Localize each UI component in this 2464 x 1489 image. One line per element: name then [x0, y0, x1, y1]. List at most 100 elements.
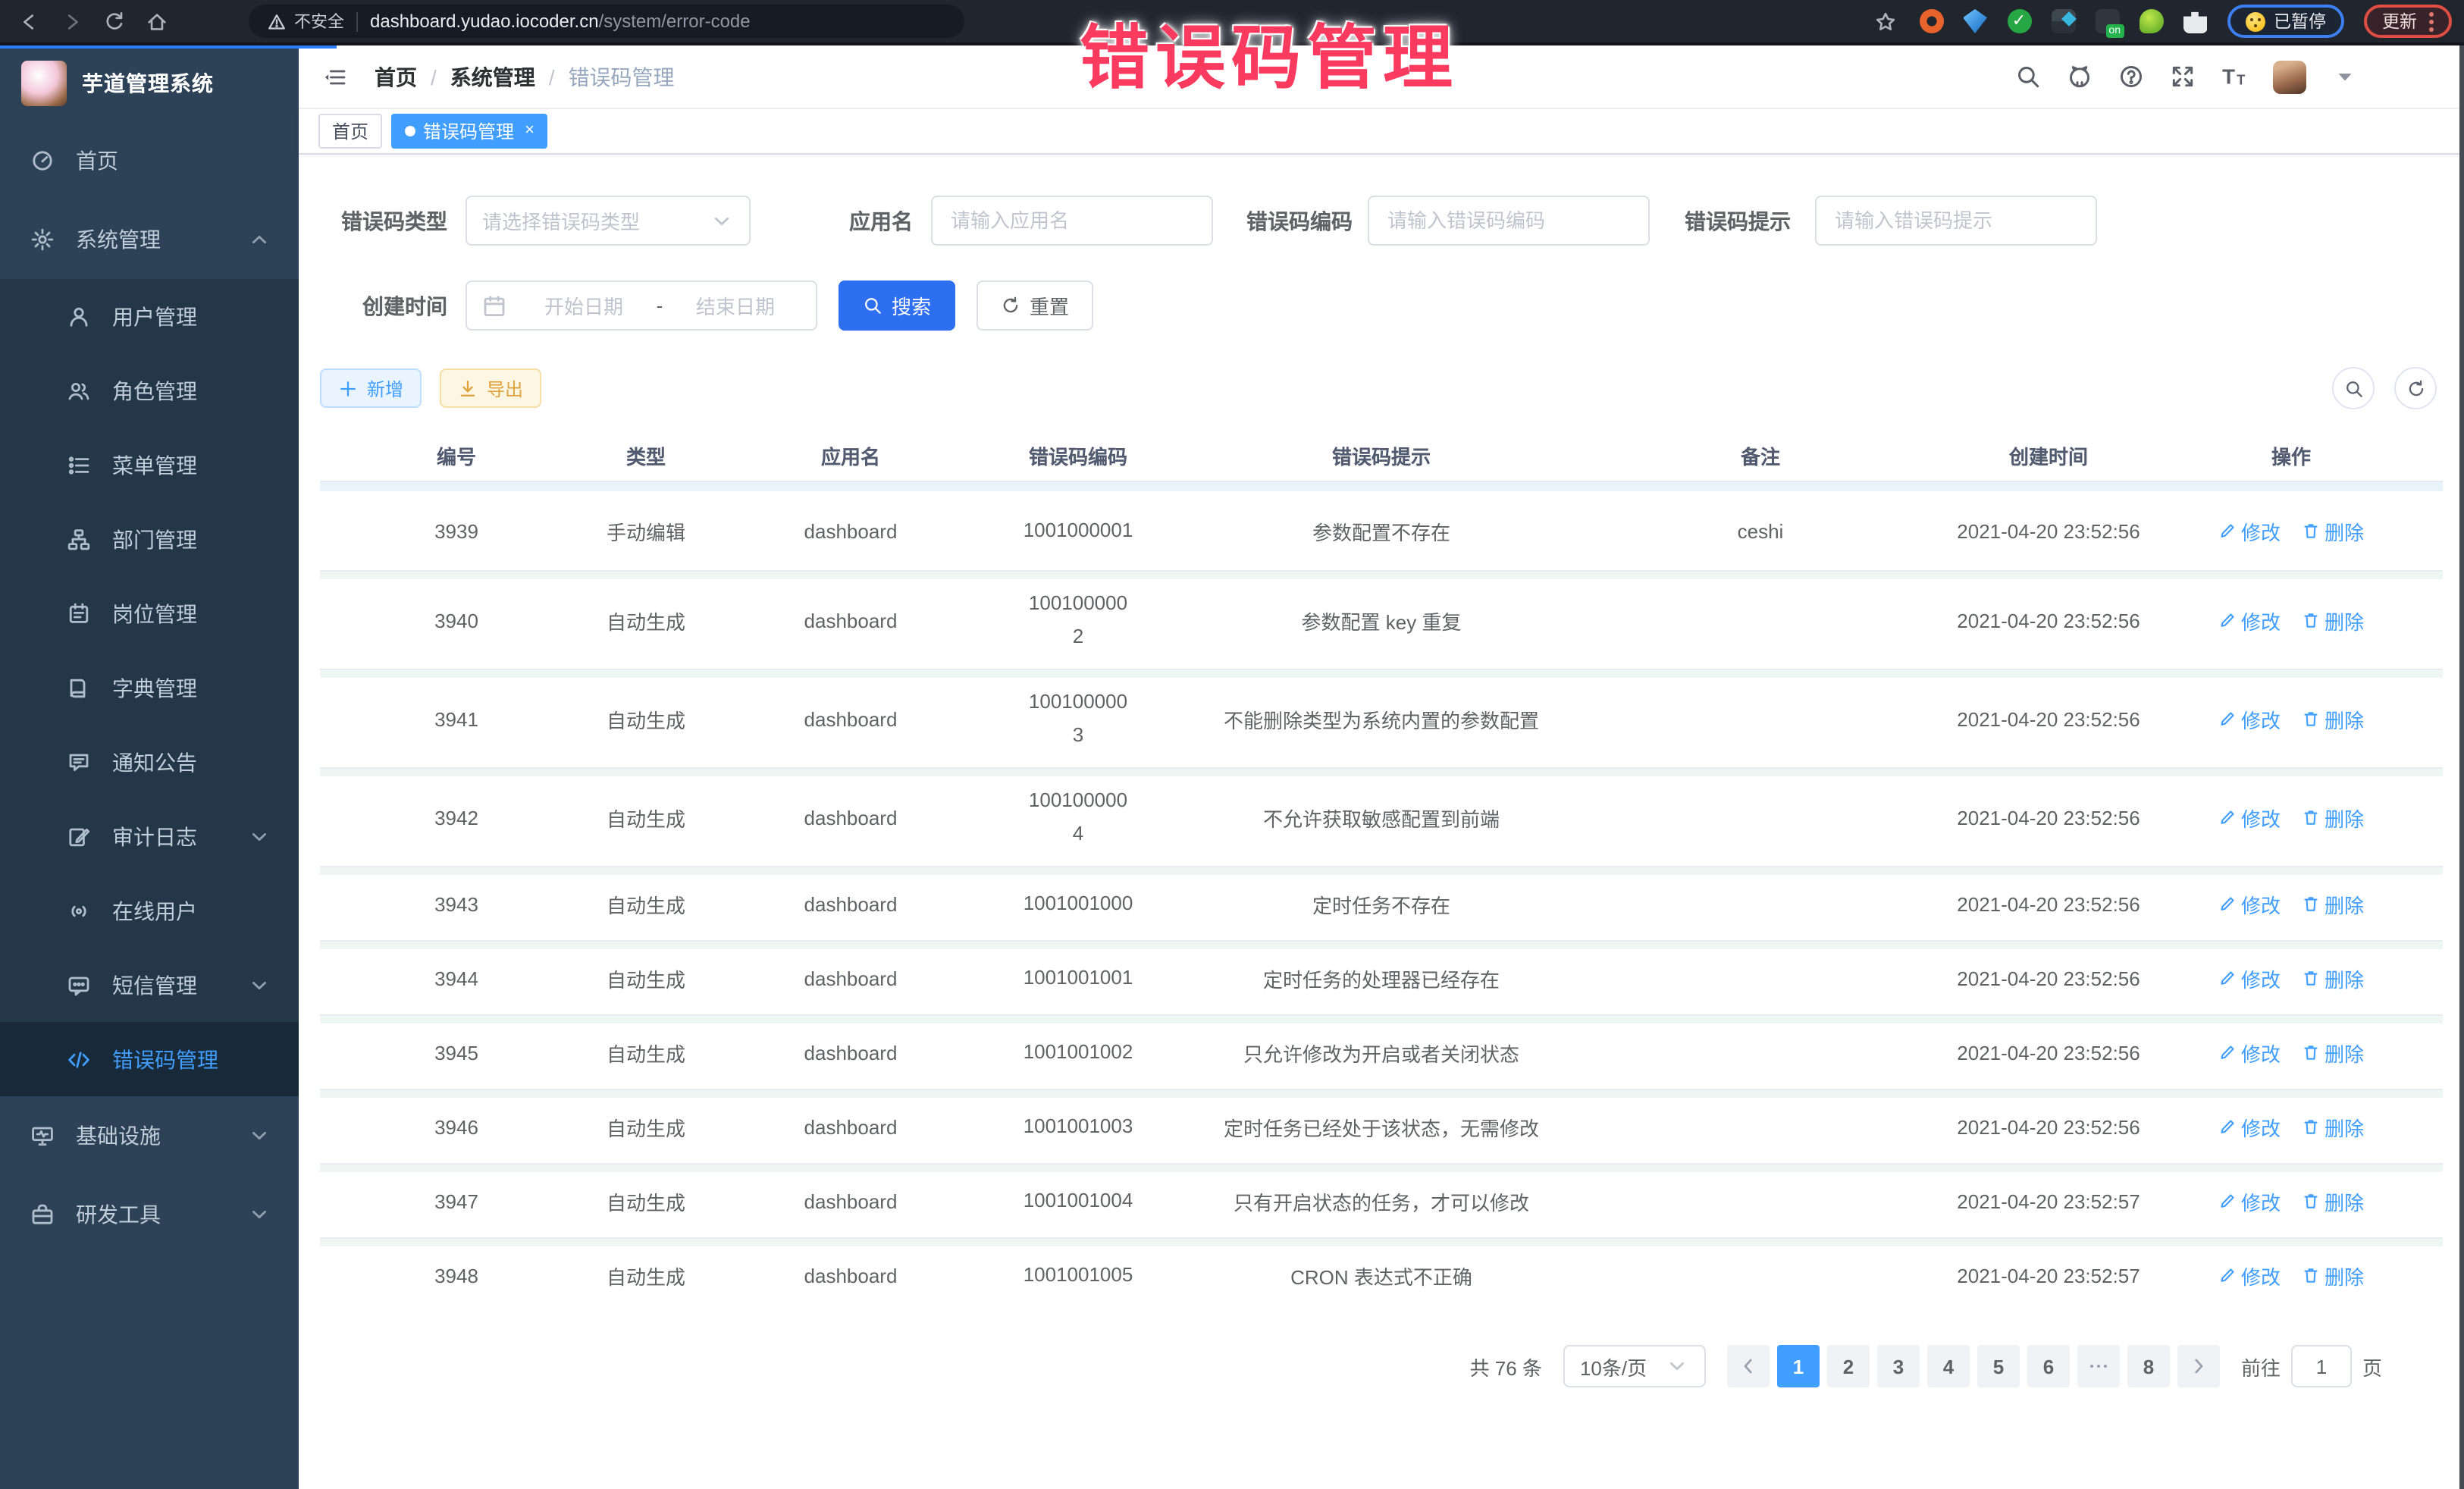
- sidebar-item-9[interactable]: 审计日志: [0, 799, 299, 873]
- delete-link[interactable]: 删除: [2302, 889, 2364, 918]
- error-code-input[interactable]: [1368, 196, 1650, 246]
- update-button[interactable]: 更新: [2364, 5, 2452, 38]
- edit-link[interactable]: 修改: [2218, 964, 2281, 992]
- edit-link[interactable]: 修改: [2218, 1186, 2281, 1215]
- delete-link[interactable]: 删除: [2302, 1112, 2364, 1141]
- page-button-1[interactable]: 1: [1777, 1345, 1820, 1387]
- page-button-5[interactable]: 5: [1977, 1345, 2020, 1387]
- security-warning[interactable]: 不安全: [267, 9, 344, 33]
- cell-type: 自动生成: [593, 1112, 699, 1141]
- page-size-select[interactable]: 10条/页: [1563, 1345, 1706, 1387]
- sidebar-item-3[interactable]: 角色管理: [0, 353, 299, 428]
- goto-page-input[interactable]: [2291, 1345, 2352, 1387]
- delete-link[interactable]: 删除: [2302, 1038, 2364, 1067]
- extension-on-badge-icon[interactable]: [2095, 9, 2119, 33]
- more-pages-button[interactable]: [2077, 1345, 2120, 1387]
- user-avatar[interactable]: [2273, 60, 2306, 93]
- edit-link[interactable]: 修改: [2218, 516, 2281, 545]
- gauge-icon: [30, 149, 55, 173]
- edit-link[interactable]: 修改: [2218, 704, 2281, 733]
- edit-link[interactable]: 修改: [2218, 889, 2281, 918]
- extension-check-icon[interactable]: [2007, 9, 2031, 33]
- cell-code: 1001001001: [1002, 961, 1154, 995]
- delete-link[interactable]: 删除: [2302, 1186, 2364, 1215]
- date-end-input[interactable]: 结束日期: [670, 291, 801, 320]
- window-scrollbar[interactable]: [2459, 45, 2464, 1489]
- browser-reload-icon[interactable]: [100, 8, 127, 35]
- delete-link[interactable]: 删除: [2302, 704, 2364, 733]
- page-button-3[interactable]: 3: [1877, 1345, 1920, 1387]
- sidebar-item-11[interactable]: 短信管理: [0, 948, 299, 1022]
- refresh-table-button[interactable]: [2394, 367, 2437, 409]
- sidebar-item-10[interactable]: 在线用户: [0, 873, 299, 948]
- page-button-4[interactable]: 4: [1927, 1345, 1970, 1387]
- browser-forward-icon[interactable]: [58, 8, 85, 35]
- add-button[interactable]: 新增: [320, 368, 422, 408]
- tag-close-icon[interactable]: ×: [525, 123, 534, 139]
- app-logo-row[interactable]: 芋道管理系统: [0, 45, 299, 121]
- app-name-input[interactable]: [931, 196, 1213, 246]
- sidebar-item-0[interactable]: 首页: [0, 121, 299, 200]
- edit-link[interactable]: 修改: [2218, 1261, 2281, 1290]
- sidebar-item-7[interactable]: 字典管理: [0, 650, 299, 725]
- export-button[interactable]: 导出: [440, 368, 541, 408]
- extension-orange-icon[interactable]: [1919, 9, 1943, 33]
- toggle-search-button[interactable]: [2332, 367, 2375, 409]
- cell-app: dashboard: [699, 1190, 1002, 1212]
- page-button-2[interactable]: 2: [1827, 1345, 1870, 1387]
- page-button-8[interactable]: 8: [2127, 1345, 2170, 1387]
- sidebar-item-13[interactable]: 基础设施: [0, 1096, 299, 1175]
- error-msg-input[interactable]: [1815, 196, 2097, 246]
- sidebar-item-1[interactable]: 系统管理: [0, 200, 299, 279]
- next-page-button[interactable]: [2177, 1345, 2220, 1387]
- github-icon[interactable]: [2067, 64, 2093, 89]
- date-range-picker[interactable]: 开始日期 - 结束日期: [466, 281, 817, 331]
- page-button-6[interactable]: 6: [2027, 1345, 2070, 1387]
- extension-leaf-icon[interactable]: [2139, 9, 2163, 33]
- sidebar-item-14[interactable]: 研发工具: [0, 1175, 299, 1254]
- reset-button[interactable]: 重置: [977, 281, 1093, 331]
- tag-error-code[interactable]: 错误码管理 ×: [391, 114, 548, 149]
- edit-link[interactable]: 修改: [2218, 1112, 2281, 1141]
- search-icon[interactable]: [2015, 64, 2041, 89]
- sidebar-item-4[interactable]: 菜单管理: [0, 428, 299, 502]
- sidebar-item-6[interactable]: 岗位管理: [0, 576, 299, 650]
- delete-link[interactable]: 删除: [2302, 516, 2364, 545]
- cell-code: 1001001005: [1002, 1259, 1154, 1292]
- page-url: dashboard.yudao.iocoder.cn/system/error-…: [370, 11, 751, 32]
- browser-menu-icon[interactable]: [2429, 11, 2434, 31]
- date-start-input[interactable]: 开始日期: [519, 291, 649, 320]
- fullscreen-icon[interactable]: [2170, 64, 2196, 89]
- breadcrumb-home[interactable]: 首页: [375, 61, 417, 92]
- edit-link[interactable]: 修改: [2218, 803, 2281, 832]
- cell-app: dashboard: [699, 1115, 1002, 1138]
- help-icon[interactable]: [2118, 64, 2144, 89]
- sidebar-item-8[interactable]: 通知公告: [0, 725, 299, 799]
- error-type-select[interactable]: 请选择错误码类型: [466, 196, 751, 246]
- edit-link[interactable]: 修改: [2218, 606, 2281, 635]
- font-size-icon[interactable]: TT: [2221, 64, 2247, 89]
- delete-link[interactable]: 删除: [2302, 1261, 2364, 1290]
- edit-link[interactable]: 修改: [2218, 1038, 2281, 1067]
- paused-badge[interactable]: 已暂停: [2227, 5, 2344, 38]
- sidebar-item-2[interactable]: 用户管理: [0, 279, 299, 353]
- chevron-down-icon: [247, 1202, 271, 1227]
- delete-link[interactable]: 删除: [2302, 606, 2364, 635]
- browser-back-icon[interactable]: [15, 8, 42, 35]
- prev-page-button[interactable]: [1727, 1345, 1770, 1387]
- caret-down-icon[interactable]: [2332, 64, 2358, 89]
- extension-grid-icon[interactable]: [2051, 9, 2075, 33]
- address-bar[interactable]: 不安全 dashboard.yudao.iocoder.cn/system/er…: [249, 5, 964, 38]
- search-button[interactable]: 搜索: [839, 281, 955, 331]
- hamburger-icon[interactable]: [323, 64, 347, 89]
- sidebar-item-12[interactable]: 错误码管理: [0, 1022, 299, 1096]
- tag-home[interactable]: 首页: [318, 114, 382, 149]
- extension-gem-icon[interactable]: [1963, 9, 1987, 33]
- delete-link[interactable]: 删除: [2302, 803, 2364, 832]
- delete-link[interactable]: 删除: [2302, 964, 2364, 992]
- breadcrumb-system[interactable]: 系统管理: [450, 61, 535, 92]
- bookmark-star-icon[interactable]: [1872, 8, 1899, 35]
- browser-home-icon[interactable]: [143, 8, 170, 35]
- sidebar-item-5[interactable]: 部门管理: [0, 502, 299, 576]
- extensions-puzzle-icon[interactable]: [2183, 9, 2207, 33]
